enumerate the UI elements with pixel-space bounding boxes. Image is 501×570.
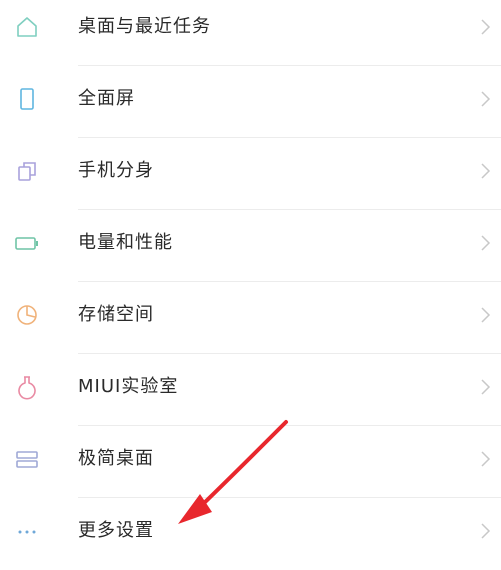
settings-item-more-settings[interactable]: 更多设置 [0, 498, 501, 570]
lab-flask-icon [14, 374, 40, 400]
settings-list: 桌面与最近任务 全面屏 手机分身 电量和性能 存储空间 MIUI实验室 极简桌面… [0, 0, 501, 558]
settings-item-desktop-recents[interactable]: 桌面与最近任务 [0, 0, 501, 66]
settings-item-fullscreen[interactable]: 全面屏 [0, 66, 501, 138]
settings-item-label: 桌面与最近任务 [78, 16, 211, 37]
more-dots-icon [14, 518, 40, 544]
settings-item-label: 极简桌面 [78, 448, 154, 469]
chevron-right-icon [479, 86, 493, 112]
settings-item-simple-desktop[interactable]: 极简桌面 [0, 426, 501, 498]
chevron-right-icon [479, 302, 493, 328]
settings-item-dual-apps[interactable]: 手机分身 [0, 138, 501, 210]
settings-item-label: 手机分身 [78, 160, 154, 181]
phone-screen-icon [14, 86, 40, 112]
settings-item-label: 更多设置 [78, 520, 154, 541]
simple-layout-icon [14, 446, 40, 472]
settings-item-label: 全面屏 [78, 88, 135, 109]
chevron-right-icon [479, 158, 493, 184]
settings-item-label: 存储空间 [78, 304, 154, 325]
home-icon [14, 14, 40, 40]
settings-item-storage[interactable]: 存储空间 [0, 282, 501, 354]
dual-pages-icon [14, 158, 40, 184]
chevron-right-icon [479, 446, 493, 472]
battery-icon [14, 230, 40, 256]
settings-item-label: 电量和性能 [78, 232, 173, 253]
chevron-right-icon [479, 518, 493, 544]
chevron-right-icon [479, 374, 493, 400]
settings-item-miui-lab[interactable]: MIUI实验室 [0, 354, 501, 426]
pie-chart-icon [14, 302, 40, 328]
settings-item-label: MIUI实验室 [78, 376, 179, 397]
settings-item-battery-performance[interactable]: 电量和性能 [0, 210, 501, 282]
chevron-right-icon [479, 14, 493, 40]
chevron-right-icon [479, 230, 493, 256]
